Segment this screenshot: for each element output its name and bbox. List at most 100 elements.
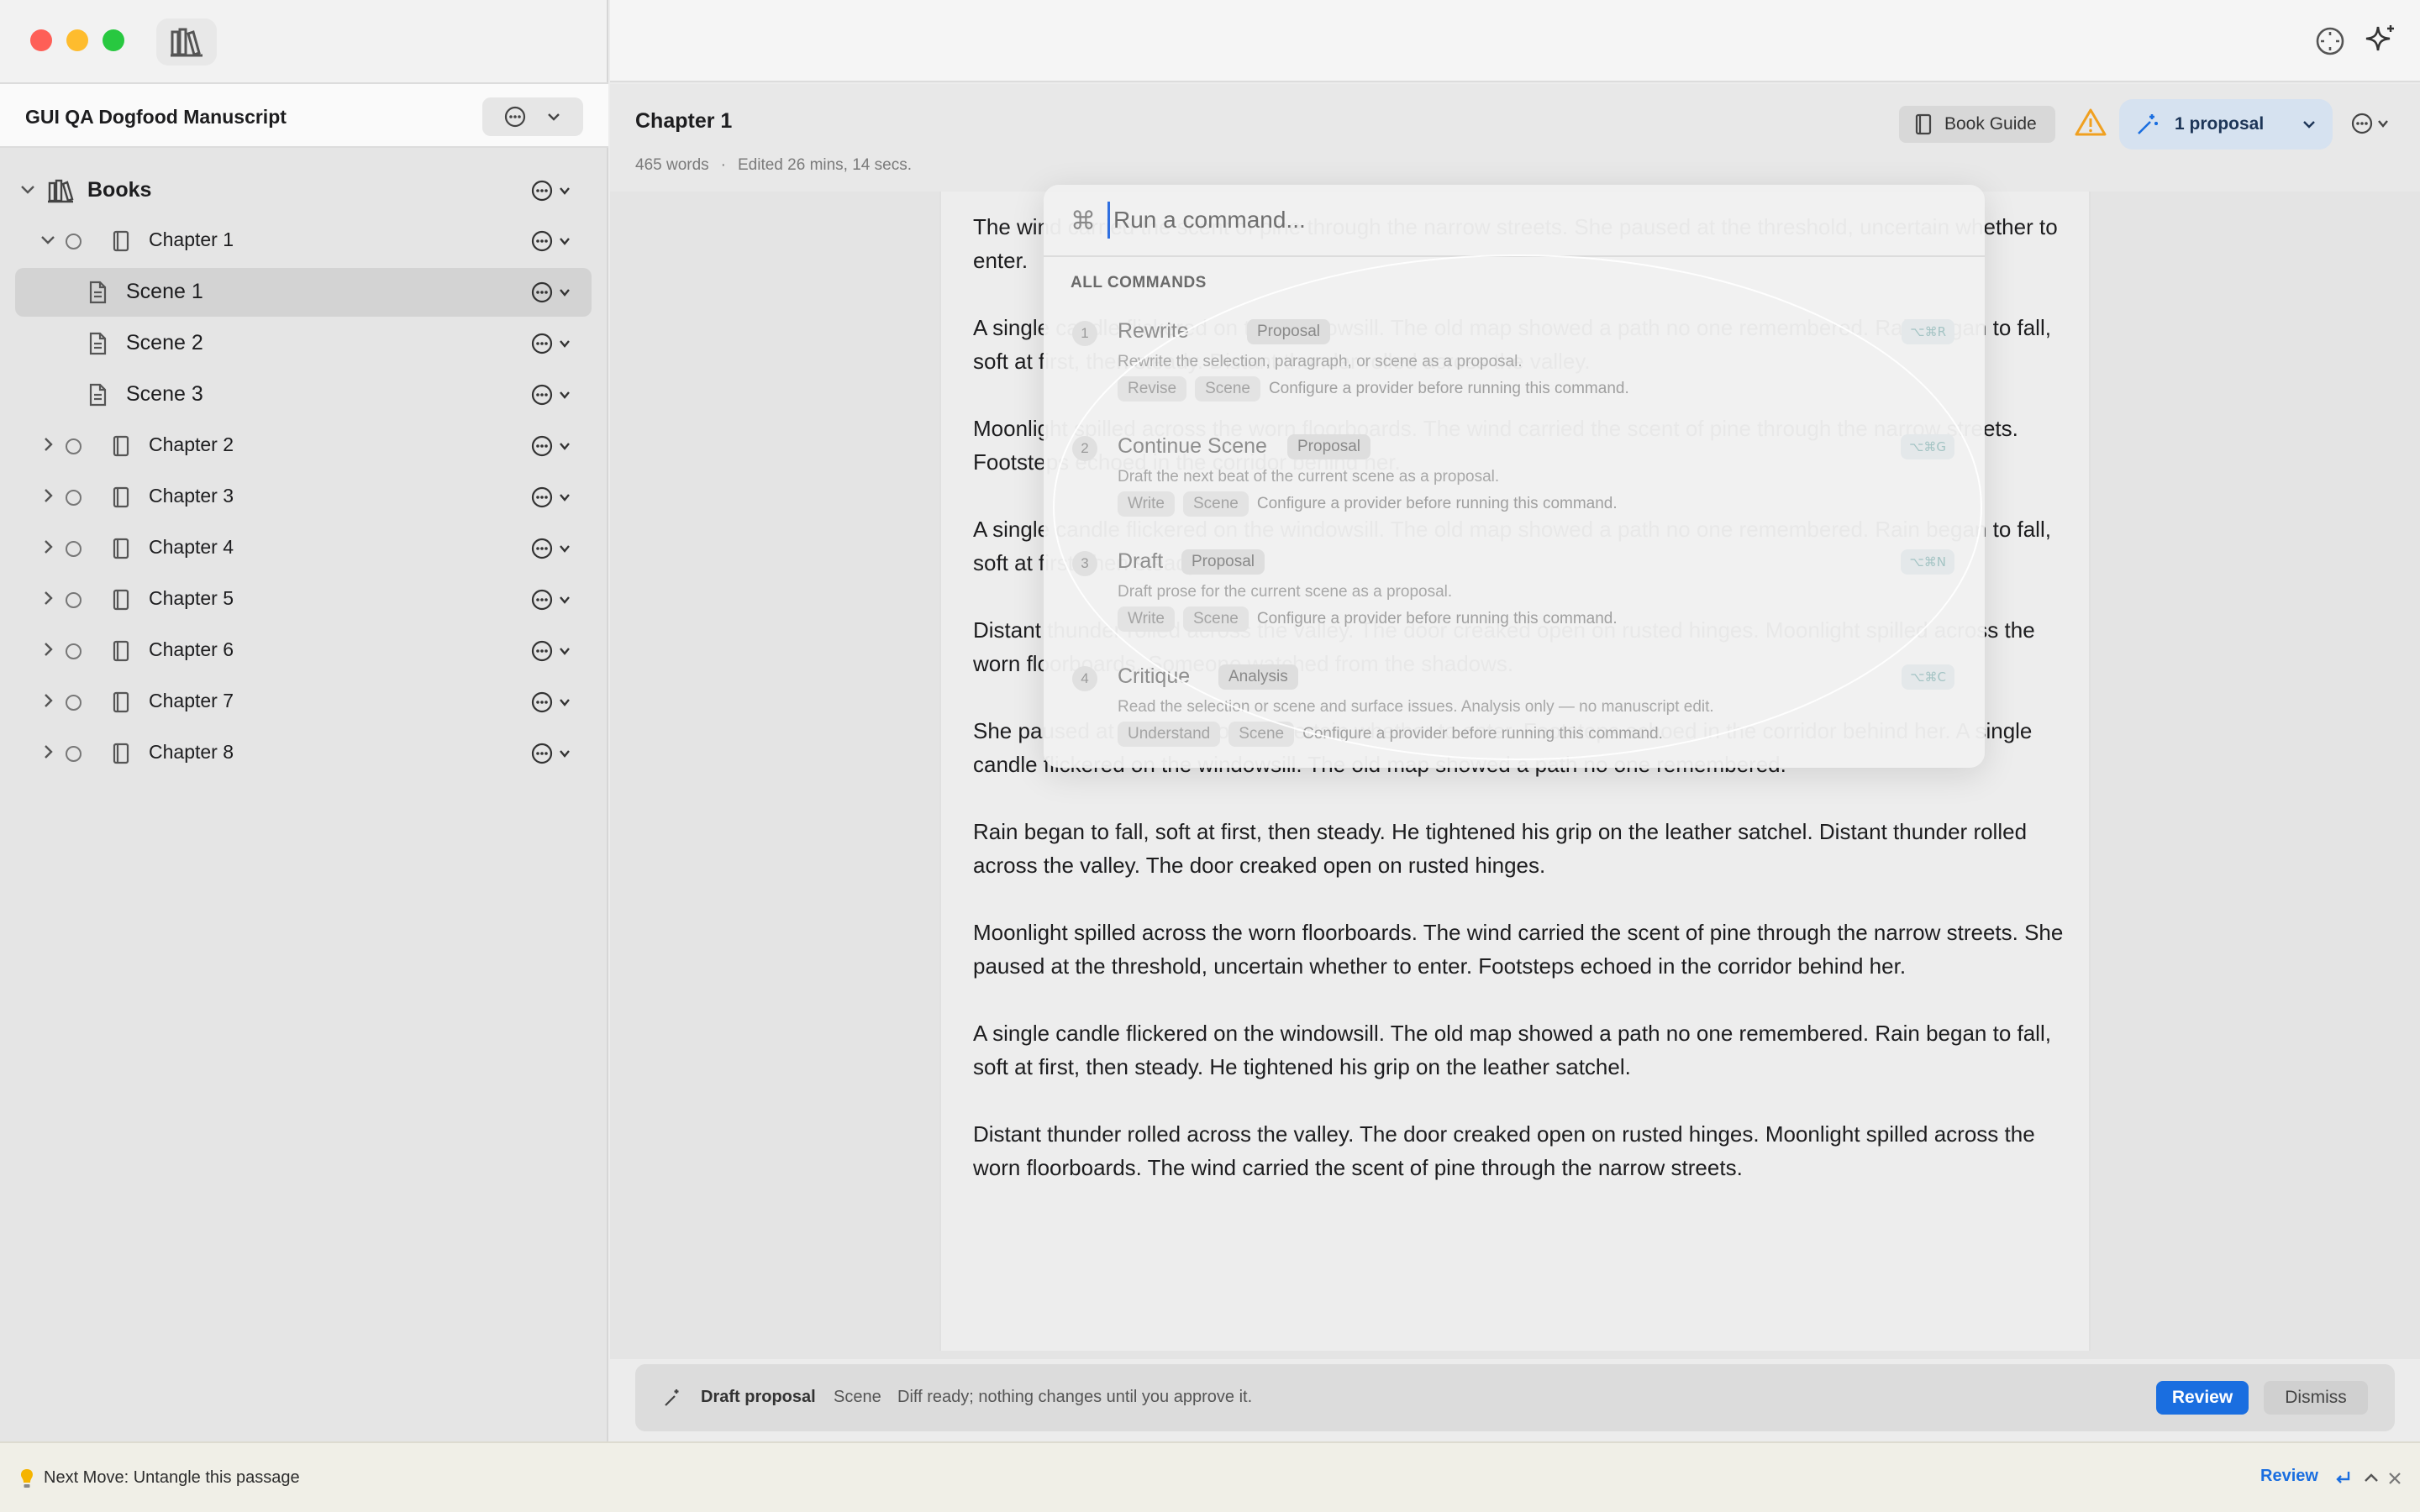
command-number: 1 [1072, 321, 1097, 346]
chevron-right-icon[interactable] [39, 538, 57, 556]
review-button[interactable]: Review [2156, 1381, 2249, 1415]
status-circle-icon[interactable] [66, 592, 82, 608]
manuscript-paragraph[interactable]: Moonlight spilled across the worn floorb… [973, 916, 2065, 983]
chevron-right-icon[interactable] [39, 691, 57, 710]
chevron-down-icon [2303, 121, 2315, 129]
command-note: Configure a provider before running this… [1256, 495, 1618, 512]
manuscript-paragraph[interactable]: Distant thunder rolled across the valley… [973, 1117, 2065, 1184]
tree-root-books[interactable]: Books [0, 166, 608, 215]
tree-scene-row[interactable]: Scene 1 [0, 268, 608, 317]
command-tags: Write Scene Configure a provider before ru… [1118, 606, 1618, 632]
proposal-bar: Draft proposal Scene Diff ready; nothing… [635, 1364, 2395, 1431]
focus-mode-icon[interactable] [2312, 24, 2348, 59]
proposal-dropdown-button[interactable]: 1 proposal [2119, 99, 2333, 150]
command-search-input[interactable] [1107, 202, 1948, 239]
command-description: Rewrite the selection, paragraph, or sce… [1118, 353, 1523, 370]
tree-chapter-row[interactable]: Chapter 1 [0, 217, 608, 265]
tree-chapter-row[interactable]: Chapter 3 [0, 473, 608, 522]
command-tag: Understand [1118, 722, 1221, 747]
scene-document-icon [89, 332, 107, 355]
row-more-button[interactable] [531, 534, 581, 563]
chevron-right-icon[interactable] [39, 486, 57, 505]
chapter-book-icon [113, 538, 129, 559]
next-move-review-link[interactable]: Review [2260, 1467, 2318, 1486]
manuscript-menu-button[interactable] [482, 97, 583, 136]
command-shortcut: ⌥⌘C [1902, 664, 1954, 690]
row-more-button[interactable] [531, 483, 581, 512]
chevron-down-icon[interactable] [39, 230, 57, 249]
command-item[interactable]: 1 Rewrite Proposal Rewrite the selection, p… [1044, 309, 1985, 423]
warning-icon[interactable] [2074, 106, 2107, 139]
command-tag: Revise [1118, 376, 1187, 402]
next-move-text[interactable]: Next Move: Untangle this passage [44, 1468, 300, 1488]
chapter-book-icon [113, 486, 129, 508]
command-name: Continue Scene [1118, 434, 1267, 458]
library-button[interactable] [156, 18, 217, 66]
chevron-down-icon [560, 289, 570, 297]
command-item[interactable]: 3 Draft Proposal Draft prose for the curren… [1044, 539, 1985, 654]
command-note: Configure a provider before running this… [1302, 725, 1663, 743]
tree-chapter-row[interactable]: Chapter 5 [0, 575, 608, 624]
chevron-right-icon[interactable] [39, 640, 57, 659]
chapter-book-icon [113, 743, 129, 764]
command-search-bar: ⌘ [1044, 185, 1985, 257]
tree-chapter-row[interactable]: Chapter 4 [0, 524, 608, 573]
window-close-button[interactable] [30, 29, 52, 51]
manuscript-title: GUI QA Dogfood Manuscript [25, 106, 287, 128]
row-more-button[interactable] [531, 739, 581, 768]
status-circle-icon[interactable] [66, 234, 82, 249]
row-more-button[interactable] [531, 278, 581, 307]
status-circle-icon[interactable] [66, 746, 82, 762]
status-circle-icon[interactable] [66, 643, 82, 659]
more-icon [531, 486, 553, 508]
tree-root-label: Books [87, 178, 152, 202]
more-icon [531, 538, 553, 559]
close-icon[interactable] [2386, 1470, 2403, 1487]
chevron-right-icon[interactable] [39, 589, 57, 607]
command-shortcut: ⌥⌘R [1902, 319, 1954, 344]
row-more-button[interactable] [531, 637, 581, 665]
row-more-button[interactable] [531, 688, 581, 717]
status-circle-icon[interactable] [66, 490, 82, 506]
window-minimize-button[interactable] [66, 29, 88, 51]
command-number: 3 [1072, 551, 1097, 576]
chevron-down-icon[interactable] [18, 180, 37, 198]
tree-chapter-row[interactable]: Chapter 7 [0, 678, 608, 727]
command-item[interactable]: 4 Critique Analysis Read the selection or s… [1044, 654, 1985, 768]
dismiss-button[interactable]: Dismiss [2264, 1381, 2368, 1415]
chevron-up-icon[interactable] [2361, 1468, 2381, 1488]
status-circle-icon[interactable] [66, 541, 82, 557]
command-tag: Scene [1182, 491, 1249, 517]
tree-scene-row[interactable]: Scene 2 [0, 319, 608, 368]
command-number: 4 [1072, 666, 1097, 691]
book-guide-button[interactable]: Book Guide [1899, 106, 2055, 143]
row-more-button[interactable] [531, 176, 581, 205]
tree-chapter-row[interactable]: Chapter 6 [0, 627, 608, 675]
sidebar-titlebar [0, 0, 607, 82]
tree-scene-row[interactable]: Scene 3 [0, 370, 608, 419]
tree-chapter-row[interactable]: Chapter 8 [0, 729, 608, 778]
chevron-right-icon[interactable] [39, 435, 57, 454]
status-circle-icon[interactable] [66, 695, 82, 711]
scene-document-icon [89, 281, 107, 304]
sparkles-icon[interactable] [2360, 20, 2400, 60]
tree-chapter-row[interactable]: Chapter 2 [0, 422, 608, 470]
row-more-button[interactable] [531, 381, 581, 409]
more-icon [531, 384, 553, 406]
sidebar: GUI QA Dogfood Manuscript Books Chapter … [0, 0, 608, 1441]
tree-item-label: Chapter 7 [149, 690, 234, 711]
row-more-button[interactable] [531, 227, 581, 255]
manuscript-paragraph[interactable]: Rain began to fall, soft at first, then … [973, 815, 2065, 882]
window-zoom-button[interactable] [103, 29, 124, 51]
row-more-button[interactable] [531, 432, 581, 460]
row-more-button[interactable] [531, 585, 581, 614]
chevron-right-icon[interactable] [39, 743, 57, 761]
row-more-button[interactable] [531, 329, 581, 358]
chevron-down-icon [560, 596, 570, 604]
manuscript-paragraph[interactable]: A single candle flickered on the windows… [973, 1016, 2065, 1084]
command-tags: Revise Scene Configure a provider before r… [1118, 376, 1629, 402]
document-more-button[interactable] [2351, 109, 2396, 138]
magic-wand-icon [665, 1389, 679, 1406]
command-item[interactable]: 2 Continue Scene Proposal Draft the next be… [1044, 424, 1985, 538]
status-circle-icon[interactable] [66, 438, 82, 454]
